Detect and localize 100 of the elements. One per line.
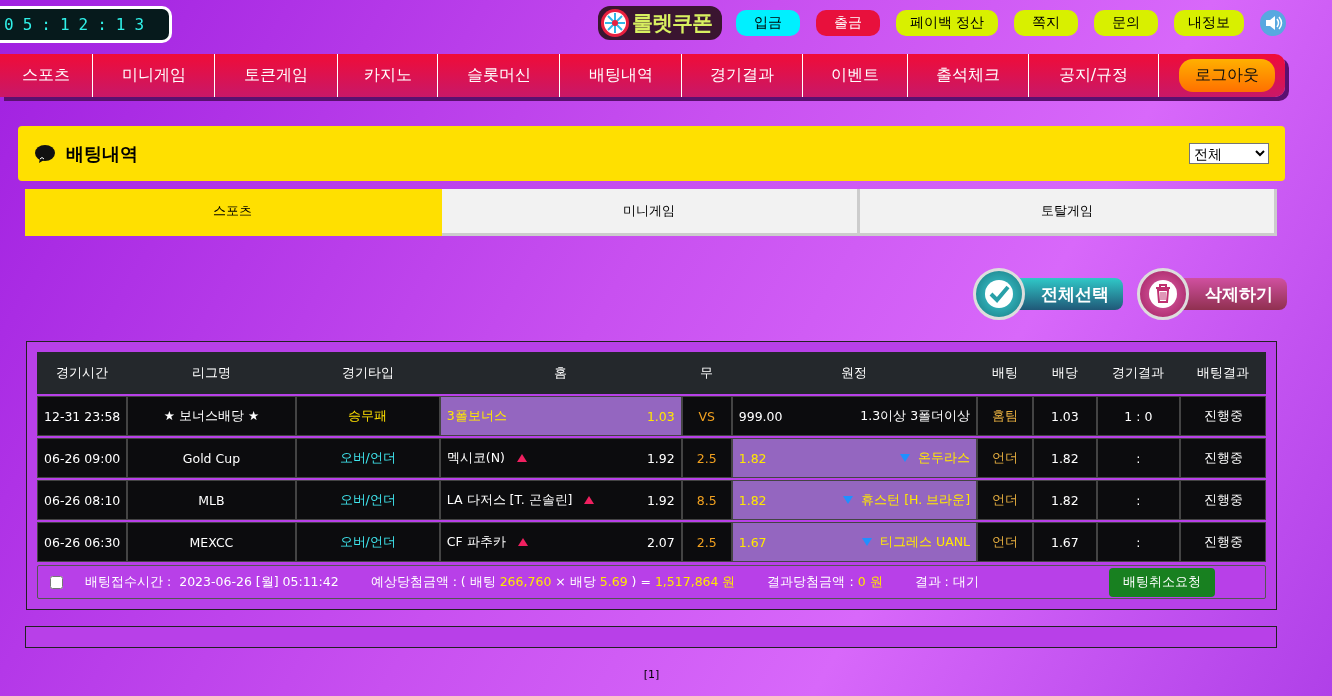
header-button[interactable]: 출금 <box>815 10 880 36</box>
game-type: 오버/언더 <box>295 480 440 520</box>
match-time: 06-26 06:30 <box>37 522 128 562</box>
game-type: 오버/언더 <box>295 438 440 478</box>
roulette-wheel-icon <box>599 8 630 38</box>
column-header: 배팅결과 <box>1180 352 1266 394</box>
tab[interactable]: 토탈게임 <box>859 189 1277 236</box>
bet-choice: 언더 <box>977 480 1034 520</box>
away-team-cell[interactable]: 1.82 온두라스 <box>731 438 978 478</box>
bet-status: 진행중 <box>1180 396 1266 436</box>
draw-odds: 2.5 <box>681 438 732 478</box>
checkbox[interactable] <box>50 575 63 589</box>
column-header: 경기시간 <box>37 352 128 394</box>
bet-choice: 언더 <box>977 522 1034 562</box>
team-name: 3폴보너스 <box>446 407 507 423</box>
column-header: 리그명 <box>127 352 296 394</box>
odds: 1.82 <box>738 492 767 508</box>
label: 배팅접수시간 : <box>85 573 172 591</box>
draw-odds: 8.5 <box>681 480 732 520</box>
page-link[interactable]: [1] <box>18 668 1285 681</box>
trash-icon <box>1148 279 1178 309</box>
match-result: : <box>1096 438 1181 478</box>
speech-bubble-icon <box>34 143 56 164</box>
match-time: 06-26 09:00 <box>37 438 128 478</box>
logo[interactable]: 룰렛쿠폰 <box>597 6 722 40</box>
column-header: 홈 <box>439 352 682 394</box>
bet-choice: 언더 <box>977 438 1034 478</box>
column-header: 원정 <box>731 352 978 394</box>
draw-odds: 2.5 <box>681 522 732 562</box>
expected-payout: 예상당첨금액 : ( 배팅 266,760 × 배당 5.69 ) = 1,517,864 원 <box>370 573 736 591</box>
league-name: ★ 보너스배당 ★ <box>127 396 296 436</box>
tab[interactable]: 스포츠 <box>25 189 443 236</box>
bet-odds: 1.03 <box>1033 396 1097 436</box>
clock-display: 05:12:13 <box>0 5 173 43</box>
column-header: 경기결과 <box>1096 352 1181 394</box>
team-name: 온두라스 <box>918 449 971 465</box>
logo-text: 룰렛쿠폰 <box>631 10 712 37</box>
team-name: 휴스턴 [H. 브라운] <box>861 491 971 507</box>
logout-button[interactable]: 로그아웃 <box>1179 59 1275 92</box>
nav-link[interactable]: 배팅내역 <box>560 54 682 97</box>
nav-link[interactable]: 미니게임 <box>93 54 215 97</box>
odds: 1.92 <box>646 450 675 466</box>
league-name: MLB <box>127 480 296 520</box>
team-name: LA 다저스 [T. 곤솔린] <box>446 491 573 507</box>
team-name: 1.3이상 3폴더이상 <box>860 407 971 423</box>
away-team-cell[interactable]: 999.00 1.3이상 3폴더이상 <box>731 396 978 436</box>
nav-link[interactable]: 스포츠 <box>0 54 93 97</box>
header-button[interactable]: 페이백 정산 <box>895 10 998 36</box>
speaker-icon[interactable] <box>1260 10 1286 36</box>
column-header: 배팅 <box>977 352 1034 394</box>
match-result: : <box>1096 522 1181 562</box>
home-team-cell[interactable]: 멕시코(N) 1.92 <box>439 438 682 478</box>
delete-button[interactable]: 삭제하기 <box>1137 269 1287 319</box>
bet-status: 진행중 <box>1180 522 1266 562</box>
bet-odds: 1.67 <box>1033 522 1097 562</box>
draw-odds: VS <box>681 396 732 436</box>
team-name: 티그레스 UANL <box>880 533 971 549</box>
nav-link[interactable]: 공지/규정 <box>1029 54 1159 97</box>
nav-link[interactable]: 경기결과 <box>682 54 803 97</box>
game-type: 오버/언더 <box>295 522 440 562</box>
odds: 1.82 <box>738 450 767 466</box>
tab[interactable]: 미니게임 <box>442 189 860 236</box>
nav-link[interactable]: 슬롯머신 <box>438 54 560 97</box>
nav-link[interactable]: 토큰게임 <box>215 54 338 97</box>
select-all-button[interactable]: 전체선택 <box>973 269 1123 319</box>
odds: 1.03 <box>646 408 675 424</box>
result-status: 결과 : 대기 <box>914 573 979 591</box>
home-team-cell[interactable]: LA 다저스 [T. 곤솔린] 1.92 <box>439 480 682 520</box>
checkmark-icon <box>984 279 1014 309</box>
odds: 1.67 <box>738 534 767 550</box>
bet-odds: 1.82 <box>1033 480 1097 520</box>
filter-dropdown[interactable]: 전체 <box>1189 143 1269 164</box>
header-button[interactable]: 입금 <box>735 10 800 36</box>
panel-title: 배팅내역 <box>66 141 139 166</box>
away-team-cell[interactable]: 1.67 티그레스 UANL <box>731 522 978 562</box>
column-header: 경기타입 <box>295 352 440 394</box>
bet-status: 진행중 <box>1180 438 1266 478</box>
away-team-cell[interactable]: 1.82 휴스턴 [H. 브라운] <box>731 480 978 520</box>
match-result: : <box>1096 480 1181 520</box>
odds: 999.00 <box>738 408 783 424</box>
nav-link[interactable]: 출석체크 <box>908 54 1029 97</box>
bet-odds: 1.82 <box>1033 438 1097 478</box>
bet-status: 진행중 <box>1180 480 1266 520</box>
header-button[interactable]: 문의 <box>1094 10 1158 36</box>
home-team-cell[interactable]: CF 파추카 2.07 <box>439 522 682 562</box>
match-result: 1 : 0 <box>1096 396 1181 436</box>
game-type: 승무패 <box>295 396 440 436</box>
nav-link[interactable]: 이벤트 <box>803 54 908 97</box>
odds: 1.92 <box>646 492 675 508</box>
header-button[interactable]: 쪽지 <box>1014 10 1078 36</box>
home-team-cell[interactable]: 3폴보너스 1.03 <box>439 396 682 436</box>
team-name: CF 파추카 <box>446 533 506 549</box>
column-header: 배당 <box>1033 352 1097 394</box>
league-name: Gold Cup <box>127 438 296 478</box>
cancel-bet-button[interactable]: 배팅취소요청 <box>1109 567 1215 597</box>
result-payout: 결과당첨금액 : 0 원 <box>767 573 883 591</box>
odds: 2.07 <box>646 534 675 550</box>
nav-link[interactable]: 카지노 <box>338 54 438 97</box>
header-button[interactable]: 내정보 <box>1174 10 1244 36</box>
bet-choice: 홈팀 <box>977 396 1034 436</box>
